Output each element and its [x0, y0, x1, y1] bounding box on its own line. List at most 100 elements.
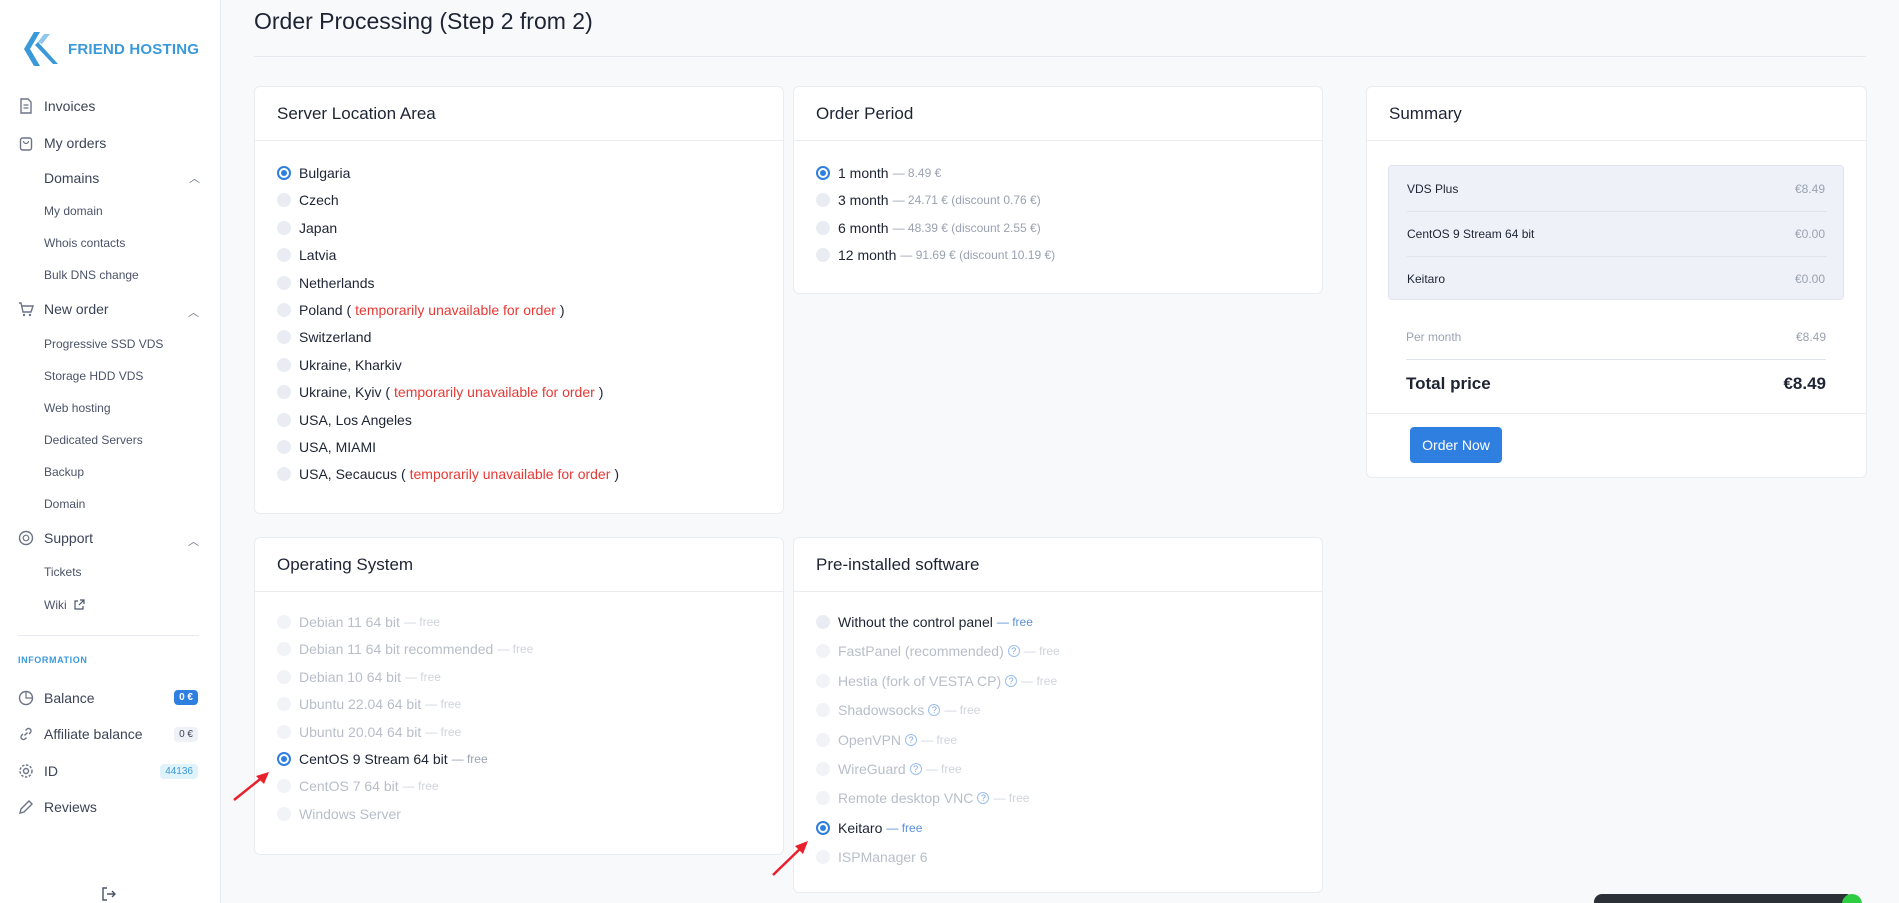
- radio-button[interactable]: [816, 762, 830, 776]
- radio-button[interactable]: [277, 275, 291, 290]
- sidebar-item-backup[interactable]: Backup: [44, 465, 84, 479]
- brand-logo[interactable]: FRIEND HOSTING: [20, 30, 199, 68]
- location-option[interactable]: Poland (temporarily unavailable for orde…: [277, 302, 565, 318]
- location-option[interactable]: Switzerland: [277, 329, 371, 345]
- location-option[interactable]: Netherlands: [277, 275, 375, 291]
- help-icon[interactable]: ?: [977, 792, 990, 805]
- operating-system-card: Operating System Debian 11 64 bit — free D…: [254, 537, 784, 855]
- sidebar-item-id[interactable]: ID: [18, 763, 58, 779]
- radio-button[interactable]: [816, 820, 830, 835]
- period-option[interactable]: 6 month — 48.39 € (discount 2.55 €): [816, 220, 1041, 236]
- radio-button[interactable]: [816, 673, 830, 688]
- radio-button[interactable]: [277, 303, 291, 317]
- help-icon[interactable]: ?: [1007, 645, 1020, 658]
- software-option[interactable]: Hestia (fork of VESTA CP)? — free: [816, 673, 1057, 689]
- radio-button[interactable]: [277, 724, 291, 739]
- radio-button[interactable]: [277, 385, 291, 400]
- radio-button[interactable]: [816, 732, 830, 747]
- help-icon[interactable]: ?: [905, 733, 918, 746]
- sidebar-item-new-order[interactable]: New order: [18, 301, 109, 317]
- radio-button[interactable]: [816, 703, 830, 718]
- sidebar-item-whois-contacts[interactable]: Whois contacts: [44, 236, 125, 250]
- location-option[interactable]: Japan: [277, 220, 337, 236]
- sidebar-item-tickets[interactable]: Tickets: [44, 565, 82, 579]
- radio-button[interactable]: [277, 220, 291, 235]
- sidebar-item-balance[interactable]: Balance: [18, 690, 95, 706]
- software-option[interactable]: OpenVPN? — free: [816, 732, 957, 748]
- software-option[interactable]: Keitaro — free: [816, 820, 922, 836]
- sidebar-item-invoices[interactable]: Invoices: [18, 98, 95, 114]
- radio-button[interactable]: [277, 412, 291, 427]
- sidebar-group-domains[interactable]: Domains ︿: [44, 170, 200, 186]
- location-option[interactable]: Bulgaria: [277, 165, 350, 181]
- chevron-up-icon[interactable]: ︿: [188, 533, 199, 549]
- os-option[interactable]: Ubuntu 20.04 64 bit — free: [277, 724, 461, 740]
- radio-button[interactable]: [277, 440, 291, 454]
- location-option[interactable]: Ukraine, Kyiv (temporarily unavailable f…: [277, 384, 603, 400]
- sidebar-item-bulk-dns[interactable]: Bulk DNS change: [44, 268, 139, 282]
- help-icon[interactable]: ?: [928, 704, 941, 717]
- radio-button[interactable]: [816, 193, 830, 208]
- radio-button[interactable]: [816, 644, 830, 659]
- software-option[interactable]: WireGuard? — free: [816, 761, 962, 777]
- sidebar-item-progressive-ssd[interactable]: Progressive SSD VDS: [44, 337, 163, 351]
- radio-button[interactable]: [277, 669, 291, 684]
- period-option[interactable]: 1 month — 8.49 €: [816, 165, 941, 181]
- period-option[interactable]: 12 month — 91.69 € (discount 10.19 €): [816, 247, 1055, 263]
- os-option[interactable]: Ubuntu 22.04 64 bit — free: [277, 696, 461, 712]
- sidebar-item-web-hosting[interactable]: Web hosting: [44, 401, 111, 415]
- software-option[interactable]: Without the control panel — free: [816, 614, 1033, 630]
- radio-button[interactable]: [816, 166, 830, 180]
- sidebar-item-my-domain[interactable]: My domain: [44, 204, 103, 218]
- radio-button[interactable]: [277, 779, 291, 794]
- radio-button[interactable]: [277, 166, 291, 180]
- radio-button[interactable]: [816, 791, 830, 806]
- logout-icon[interactable]: [101, 886, 117, 903]
- location-option[interactable]: USA, MIAMI: [277, 439, 376, 455]
- os-option[interactable]: Debian 11 64 bit recommended — free: [277, 641, 533, 657]
- radio-button[interactable]: [277, 615, 291, 629]
- sidebar-item-storage-hdd[interactable]: Storage HDD VDS: [44, 369, 143, 383]
- radio-button[interactable]: [277, 330, 291, 345]
- sidebar-item-my-orders[interactable]: My orders: [18, 135, 106, 151]
- radio-button[interactable]: [816, 247, 830, 262]
- radio-button[interactable]: [277, 642, 291, 657]
- location-option[interactable]: USA, Los Angeles: [277, 412, 412, 428]
- os-option[interactable]: CentOS 7 64 bit — free: [277, 778, 439, 794]
- location-option[interactable]: Ukraine, Kharkiv: [277, 357, 402, 373]
- location-option[interactable]: Latvia: [277, 247, 336, 263]
- os-option[interactable]: Windows Server: [277, 806, 401, 822]
- radio-button[interactable]: [277, 752, 291, 766]
- radio-button[interactable]: [277, 467, 291, 482]
- os-option[interactable]: Debian 10 64 bit — free: [277, 669, 441, 685]
- software-option[interactable]: Remote desktop VNC? — free: [816, 790, 1029, 806]
- chevron-up-icon[interactable]: ︿: [188, 304, 199, 320]
- radio-button[interactable]: [277, 248, 291, 263]
- help-icon[interactable]: ?: [1005, 674, 1018, 687]
- radio-button[interactable]: [277, 193, 291, 208]
- software-option[interactable]: FastPanel (recommended)? — free: [816, 643, 1060, 659]
- location-option[interactable]: USA, Secaucus (temporarily unavailable f…: [277, 466, 619, 482]
- radio-button[interactable]: [816, 850, 830, 865]
- os-option[interactable]: Debian 11 64 bit — free: [277, 614, 440, 630]
- radio-button[interactable]: [277, 357, 291, 372]
- period-option[interactable]: 3 month — 24.71 € (discount 0.76 €): [816, 192, 1041, 208]
- sidebar-item-wiki[interactable]: Wiki: [44, 598, 85, 612]
- order-now-button[interactable]: Order Now: [1410, 427, 1502, 463]
- radio-button[interactable]: [816, 615, 830, 629]
- sidebar-item-dedicated-servers[interactable]: Dedicated Servers: [44, 433, 143, 447]
- sidebar-item-affiliate-balance[interactable]: Affiliate balance: [18, 726, 143, 742]
- software-option[interactable]: Shadowsocks? — free: [816, 702, 980, 718]
- location-option[interactable]: Czech: [277, 192, 339, 208]
- sidebar-item-reviews[interactable]: Reviews: [18, 799, 97, 815]
- sidebar-item-support[interactable]: Support: [18, 530, 93, 546]
- chat-widget[interactable]: [1594, 894, 1854, 903]
- radio-button[interactable]: [816, 220, 830, 235]
- radio-button[interactable]: [277, 806, 291, 821]
- os-option[interactable]: CentOS 9 Stream 64 bit — free: [277, 751, 488, 767]
- sidebar-item-domain[interactable]: Domain: [44, 497, 85, 511]
- software-option[interactable]: ISPManager 6: [816, 849, 928, 865]
- link-icon: [18, 726, 34, 742]
- help-icon[interactable]: ?: [909, 763, 922, 775]
- radio-button[interactable]: [277, 697, 291, 712]
